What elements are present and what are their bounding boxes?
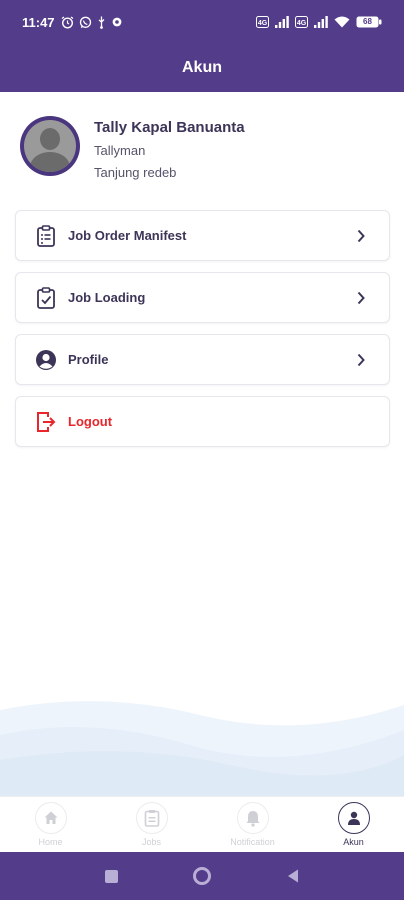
clipboard-list-icon	[34, 224, 58, 248]
chevron-right-icon	[357, 353, 365, 367]
user-circle-icon	[34, 348, 58, 372]
nav-item-home[interactable]: Home	[0, 797, 101, 852]
settings-icon	[111, 16, 123, 28]
avatar	[20, 116, 80, 176]
chevron-right-icon	[357, 291, 365, 305]
nav-label: Akun	[343, 837, 364, 847]
account-menu: Job Order Manifest Job Loading Profile L…	[15, 210, 390, 458]
menu-item-profile[interactable]: Profile	[15, 334, 390, 385]
menu-item-job-loading[interactable]: Job Loading	[15, 272, 390, 323]
volte-icon: 4G	[256, 16, 269, 28]
svg-text:4G: 4G	[258, 20, 268, 27]
logout-icon	[34, 410, 58, 434]
alarm-icon	[61, 15, 74, 29]
clipboard-check-icon	[34, 286, 58, 310]
usb-icon	[97, 16, 106, 29]
volte-icon: 4G	[295, 16, 308, 28]
wifi-icon	[334, 16, 350, 28]
back-button[interactable]	[286, 868, 300, 884]
menu-item-logout[interactable]: Logout	[15, 396, 390, 447]
profile-location: Tanjung redeb	[94, 165, 177, 180]
menu-item-job-order-manifest[interactable]: Job Order Manifest	[15, 210, 390, 261]
battery-icon: 68	[356, 16, 382, 28]
nav-item-akun[interactable]: Akun	[303, 797, 404, 852]
battery-level: 68	[363, 17, 372, 26]
nav-item-notification[interactable]: Notification	[202, 797, 303, 852]
home-button[interactable]	[192, 867, 211, 885]
status-right-icons: 4G 4G 68	[256, 16, 382, 28]
status-left-icons	[61, 15, 123, 29]
chevron-right-icon	[357, 229, 365, 243]
signal-icon	[314, 16, 328, 28]
nav-item-jobs[interactable]: Jobs	[101, 797, 202, 852]
profile-role: Tallyman	[94, 143, 146, 158]
nav-label: Notification	[230, 837, 275, 847]
profile-header: Tally Kapal Banuanta Tallyman Tanjung re…	[20, 116, 390, 182]
bottom-navigation: Home Jobs Notification Akun	[0, 796, 404, 852]
menu-item-label: Logout	[68, 414, 113, 429]
app-bar: Akun	[0, 44, 404, 92]
menu-item-label: Job Order Manifest	[68, 228, 187, 243]
jobs-icon	[144, 810, 159, 827]
bell-icon	[246, 811, 259, 827]
system-navigation-bar	[0, 852, 404, 900]
person-icon	[347, 811, 360, 825]
profile-name: Tally Kapal Banuanta	[94, 119, 245, 136]
svg-text:4G: 4G	[297, 20, 307, 27]
home-icon	[44, 811, 57, 824]
whatsapp-icon	[79, 16, 92, 29]
nav-label: Jobs	[141, 837, 161, 847]
menu-item-label: Profile	[68, 352, 109, 367]
nav-label: Home	[38, 837, 63, 847]
status-bar: 11:47 4G 4G 68	[0, 0, 404, 44]
status-time: 11:47	[22, 14, 55, 30]
recents-button[interactable]	[104, 869, 118, 883]
page-title: Akun	[182, 59, 222, 76]
signal-icon	[275, 16, 289, 28]
decorative-wave	[0, 701, 404, 796]
menu-item-label: Job Loading	[68, 290, 146, 305]
